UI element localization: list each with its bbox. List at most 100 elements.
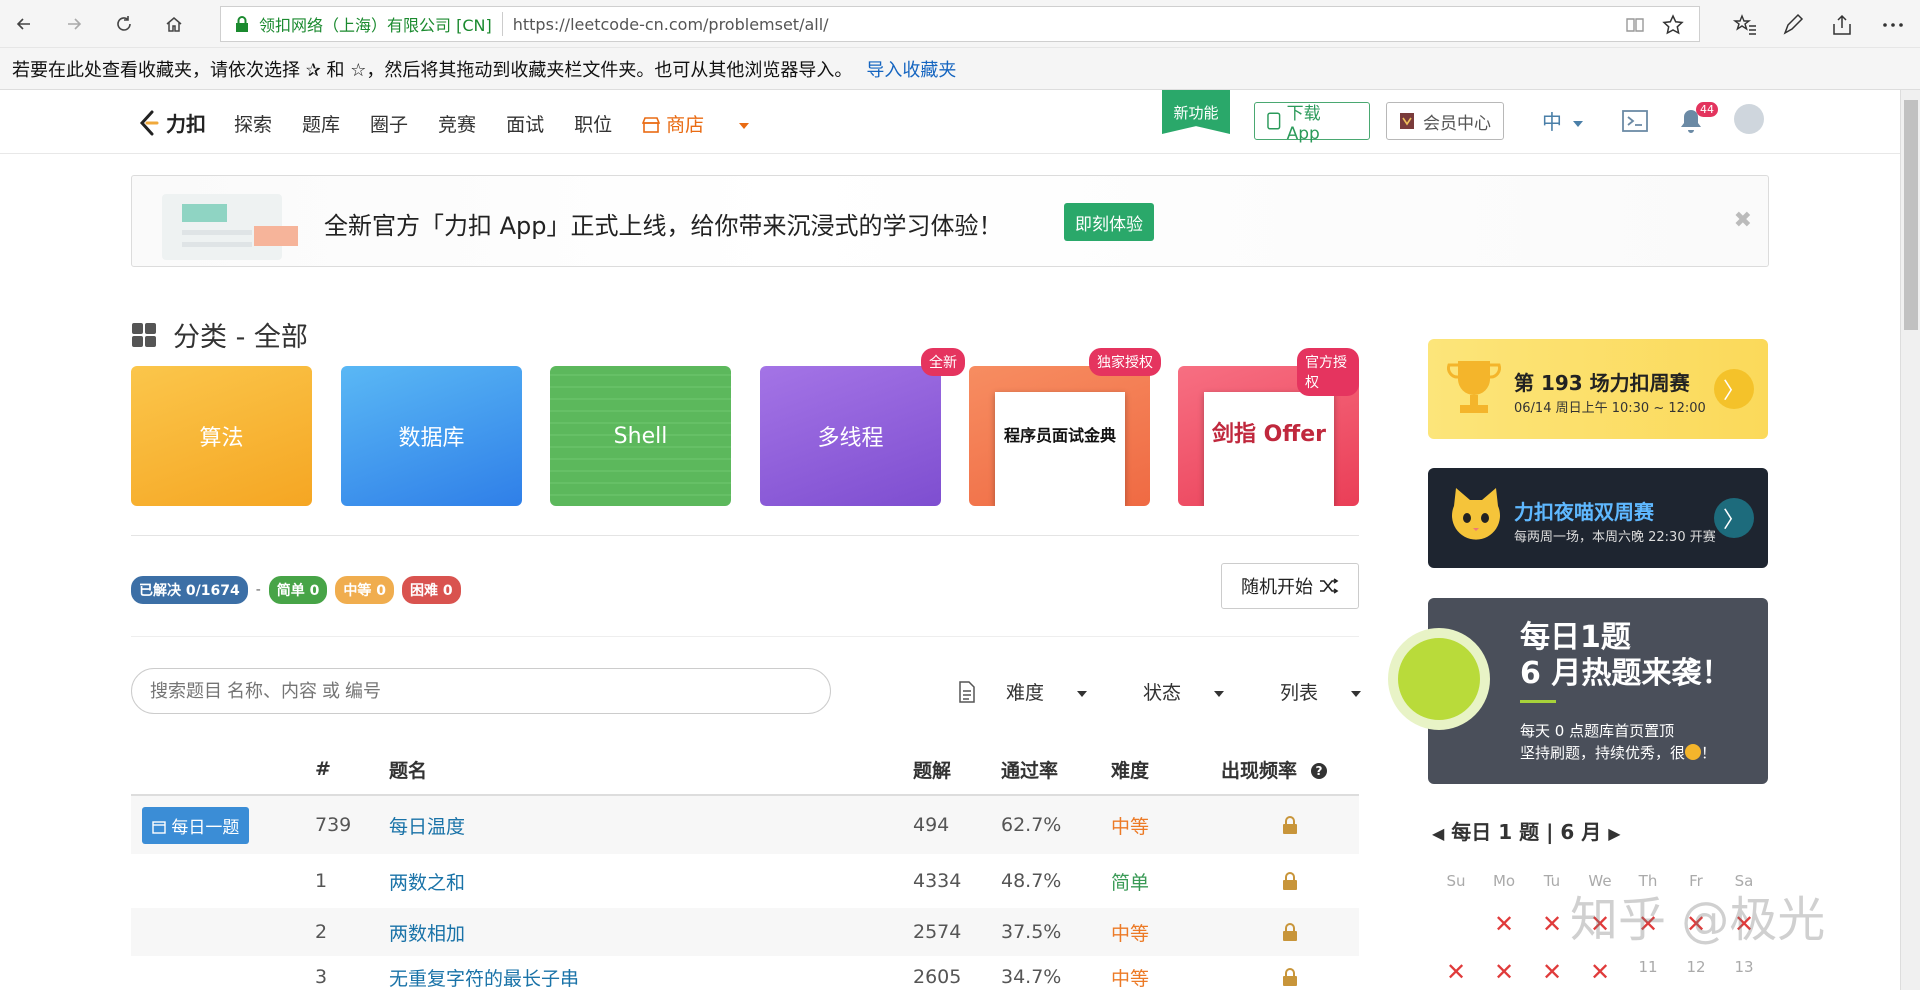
pen-icon[interactable] xyxy=(1780,12,1806,38)
problem-title-link[interactable]: 两数相加 xyxy=(389,919,913,946)
status-filter[interactable]: 状态 xyxy=(1143,678,1252,705)
book-cover: 程序员面试金典 xyxy=(995,392,1125,506)
category-card-interview-book[interactable]: 程序员面试金典 xyxy=(969,366,1150,506)
nav-contest[interactable]: 竞赛 xyxy=(438,110,476,137)
table-row[interactable]: 3 无重复字符的最长子串 2605 34.7% 中等 xyxy=(131,956,1359,998)
help-icon[interactable]: ? xyxy=(1310,762,1328,780)
missed-day-icon[interactable]: ✕ xyxy=(1480,910,1528,938)
weekday-label: Tu xyxy=(1543,872,1561,890)
chevron-right-icon[interactable]: 〉 xyxy=(1714,498,1754,538)
playground-icon[interactable] xyxy=(1620,106,1650,136)
back-icon[interactable] xyxy=(10,10,38,38)
calendar-week-2: ✕ ✕ ✕ ✕ 11 12 13 xyxy=(1432,958,1768,986)
new-feature-ribbon[interactable]: 新功能 xyxy=(1162,90,1230,134)
category-card-concurrency[interactable]: 多线程 xyxy=(760,366,941,506)
share-icon[interactable] xyxy=(1830,12,1856,38)
site-logo[interactable]: 力扣 xyxy=(136,108,206,137)
col-frequency[interactable]: 出现频率 ? xyxy=(1221,756,1359,783)
biweekly-contest-card[interactable]: 力扣夜喵双周赛 每两周一场，本周六晚 22:30 开赛 〉 xyxy=(1428,468,1768,568)
lock-icon xyxy=(1283,968,1297,986)
missed-day-icon[interactable]: ✕ xyxy=(1480,958,1528,986)
daily-challenge-desc-line1: 每天 0 点题库首页置顶 xyxy=(1520,722,1675,740)
calendar-day[interactable]: 11 xyxy=(1624,958,1672,986)
scrollbar-thumb[interactable] xyxy=(1904,100,1918,330)
chevron-right-icon[interactable]: 〉 xyxy=(1714,369,1754,409)
reading-view-icon[interactable] xyxy=(1625,15,1645,35)
calendar-prev-icon[interactable]: ◀ xyxy=(1432,824,1444,843)
banner-text: 全新官方「力扣 App」正式上线，给你带来沉浸式的学习体验！ xyxy=(324,212,1003,240)
table-row[interactable]: 1 两数之和 4334 48.7% 简单 xyxy=(131,854,1359,908)
missed-day-icon[interactable]: ✕ xyxy=(1528,958,1576,986)
problem-title-link[interactable]: 每日温度 xyxy=(389,812,913,839)
missed-day-icon[interactable]: ✕ xyxy=(1576,958,1624,986)
problem-solutions: 4334 xyxy=(913,870,962,892)
calendar-day[interactable]: 13 xyxy=(1720,958,1768,986)
nav-jobs[interactable]: 职位 xyxy=(574,110,612,137)
chevron-down-icon xyxy=(1351,690,1362,697)
search-input[interactable] xyxy=(131,668,831,714)
problem-solutions: 2574 xyxy=(913,921,962,943)
daily-challenge-title-line1: 每日1题 xyxy=(1520,620,1631,655)
problem-id: 1 xyxy=(315,870,328,892)
daily-challenge-card[interactable]: 每日1题 6 月热题来袭！ 每天 0 点题库首页置顶 坚持刷题，持续优秀，很 ！ xyxy=(1388,598,1768,784)
nav-problemset[interactable]: 题库 xyxy=(302,110,340,137)
table-row[interactable]: 每日一题 739 每日温度 494 62.7% 中等 xyxy=(131,796,1359,854)
difficulty-filter[interactable]: 难度 xyxy=(1006,678,1115,705)
document-icon[interactable] xyxy=(958,680,976,703)
notification-count-badge: 44 xyxy=(1696,102,1718,117)
col-solutions[interactable]: 题解 xyxy=(913,756,1001,783)
favorite-star-icon[interactable] xyxy=(1661,13,1685,37)
problem-title-link[interactable]: 两数之和 xyxy=(389,868,913,895)
weekly-contest-time: 06/14 周日上午 10:30 ~ 12:00 xyxy=(1514,401,1706,416)
problem-acceptance: 37.5% xyxy=(1001,921,1062,943)
try-now-button[interactable]: 即刻体验 xyxy=(1064,203,1154,241)
address-bar[interactable]: 领扣网络（上海）有限公司 [CN] https://leetcode-cn.co… xyxy=(220,6,1700,42)
page-scrollbar[interactable] xyxy=(1900,90,1920,990)
col-id[interactable]: # xyxy=(315,758,389,780)
medium-count-badge: 中等 0 xyxy=(335,576,395,604)
col-acceptance[interactable]: 通过率 xyxy=(1001,756,1111,783)
category-card-shell[interactable]: Shell xyxy=(550,366,731,506)
problem-difficulty: 中等 xyxy=(1111,815,1150,838)
daily-question-label: 每日一题 xyxy=(171,817,240,838)
random-start-button[interactable]: 随机开始 xyxy=(1221,563,1359,609)
favorites-hub-icon[interactable] xyxy=(1732,12,1758,38)
weekday-label: Su xyxy=(1446,872,1466,890)
vip-center-button[interactable]: 会员中心 xyxy=(1386,102,1504,140)
weekday-label: Mo xyxy=(1492,872,1516,890)
col-title[interactable]: 题名 xyxy=(389,756,913,783)
chevron-down-icon xyxy=(1214,690,1225,697)
category-card-algorithms[interactable]: 算法 xyxy=(131,366,312,506)
more-icon[interactable] xyxy=(1880,12,1906,38)
certificate-label[interactable]: 领扣网络（上海）有限公司 [CN] xyxy=(259,12,503,36)
nav-circle[interactable]: 圈子 xyxy=(370,110,408,137)
nav-explore[interactable]: 探索 xyxy=(234,110,272,137)
list-filter[interactable]: 列表 xyxy=(1280,678,1389,705)
phone-icon xyxy=(1267,112,1281,130)
col-difficulty[interactable]: 难度 xyxy=(1111,756,1221,783)
refresh-icon[interactable] xyxy=(110,10,138,38)
url-text[interactable]: https://leetcode-cn.com/problemset/all/ xyxy=(513,15,829,34)
forward-icon[interactable] xyxy=(60,10,88,38)
import-favorites-link[interactable]: 导入收藏夹 xyxy=(866,56,956,82)
nav-interview[interactable]: 面试 xyxy=(506,110,544,137)
weekly-contest-card[interactable]: 第 193 场力扣周赛 06/14 周日上午 10:30 ~ 12:00 〉 xyxy=(1428,339,1768,439)
table-row[interactable]: 2 两数相加 2574 37.5% 中等 xyxy=(131,908,1359,956)
daily-question-badge[interactable]: 每日一题 xyxy=(142,806,250,844)
calendar-graphic xyxy=(1388,628,1490,730)
problem-title-link[interactable]: 无重复字符的最长子串 xyxy=(389,964,913,991)
trophy-icon xyxy=(1447,361,1501,413)
missed-day-icon[interactable]: ✕ xyxy=(1432,958,1480,986)
calendar-next-icon[interactable]: ▶ xyxy=(1608,824,1620,843)
calendar-day[interactable]: 12 xyxy=(1672,958,1720,986)
avatar[interactable] xyxy=(1734,104,1764,134)
home-icon[interactable] xyxy=(160,10,188,38)
nav-store[interactable]: 商店 xyxy=(641,110,779,137)
logo-text: 力扣 xyxy=(166,112,206,136)
main-nav: 探索 题库 圈子 竞赛 面试 职位 商店 xyxy=(234,110,809,137)
language-switch[interactable]: 中 xyxy=(1542,106,1584,135)
missed-day-icon[interactable]: ✕ xyxy=(1528,910,1576,938)
category-card-database[interactable]: 数据库 xyxy=(341,366,522,506)
download-app-button[interactable]: 下载 App xyxy=(1254,102,1370,144)
close-icon[interactable]: ✖ xyxy=(1734,208,1752,233)
